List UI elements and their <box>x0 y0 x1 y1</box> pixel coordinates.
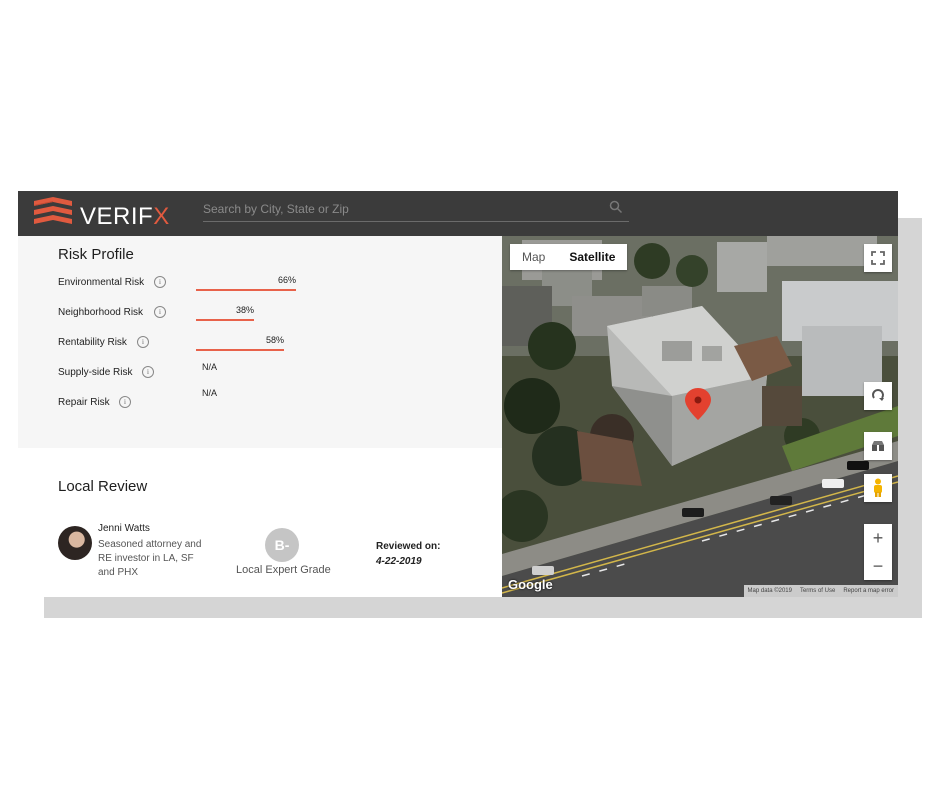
verifx-logo[interactable]: VERIFX <box>32 197 170 231</box>
zoom-out-button[interactable]: − <box>864 552 892 580</box>
top-bar: VERIFX <box>18 191 898 236</box>
risk-label: Supply-side Risk <box>58 367 133 378</box>
reviewer-name: Jenni Watts <box>98 523 150 534</box>
brand-name: VERIFX <box>80 203 170 231</box>
pegman-icon <box>874 478 882 497</box>
zoom-control: + − <box>864 524 892 580</box>
reviewed-on-date: 4-22-2019 <box>376 556 422 567</box>
risk-value: 66% <box>278 275 297 285</box>
risk-row-environmental: Environmental Risk i 66% <box>58 273 498 297</box>
search-input[interactable] <box>203 199 603 219</box>
risk-row-supply-side: Supply-side Risk i N/A <box>58 362 498 387</box>
avatar <box>58 526 92 560</box>
map-attribution: Map data ©2019 Terms of Use Report a map… <box>743 585 898 597</box>
fullscreen-icon <box>871 251 885 265</box>
risk-row-repair: Repair Risk i N/A <box>58 388 498 417</box>
brand-name-main: VERIF <box>80 203 154 230</box>
risk-label: Neighborhood Risk <box>58 307 144 318</box>
risk-bar-fill <box>196 319 254 321</box>
satellite-view-button[interactable]: Satellite <box>557 244 627 270</box>
risk-profile-section: Risk Profile Environmental Risk i 66% Ne… <box>18 236 502 448</box>
info-icon[interactable]: i <box>119 396 131 408</box>
risk-value: N/A <box>202 362 218 372</box>
zoom-in-button[interactable]: + <box>864 524 892 552</box>
brand-name-accent: X <box>153 203 170 230</box>
satellite-map[interactable]: Map Satellite + − Google Map data ©2019 … <box>502 236 898 597</box>
map-view-button[interactable]: Map <box>510 244 557 270</box>
details-panel: Risk Profile Environmental Risk i 66% Ne… <box>18 236 502 597</box>
risk-row-neighborhood: Neighborhood Risk i 38% <box>58 303 498 327</box>
risk-bar-fill <box>196 349 284 351</box>
tilt-button[interactable] <box>864 432 892 460</box>
info-icon[interactable]: i <box>142 366 154 378</box>
search-icon <box>609 200 623 214</box>
local-review-title: Local Review <box>58 478 148 495</box>
grade-label: Local Expert Grade <box>236 564 331 576</box>
app-window: VERIFX Risk Profile Environmental Risk i… <box>18 191 898 597</box>
reviewed-on-label: Reviewed on: <box>376 541 441 552</box>
street-view-button[interactable] <box>864 474 892 502</box>
search-button[interactable] <box>609 200 627 218</box>
fullscreen-button[interactable] <box>864 244 892 272</box>
chevrons-logo-icon <box>34 197 72 224</box>
info-icon[interactable]: i <box>154 306 166 318</box>
google-logo: Google <box>508 577 553 592</box>
grade-badge: B- <box>265 528 299 562</box>
risk-value: 38% <box>236 305 255 315</box>
risk-value: 58% <box>266 335 285 345</box>
search-bar <box>203 199 629 222</box>
reviewer-description: Seasoned attorney and RE investor in LA,… <box>98 539 202 578</box>
terms-of-use-link[interactable]: Terms of Use <box>796 585 839 597</box>
risk-bar: 66% <box>196 275 348 291</box>
satellite-imagery <box>502 236 898 597</box>
risk-value: N/A <box>202 388 218 398</box>
rotate-button[interactable] <box>864 382 892 410</box>
info-icon[interactable]: i <box>137 336 149 348</box>
risk-label: Environmental Risk <box>58 277 145 288</box>
risk-bar-fill <box>196 289 296 291</box>
map-data-credit: Map data ©2019 <box>747 588 792 594</box>
risk-label: Rentability Risk <box>58 337 127 348</box>
local-review-section: Local Review Jenni Watts Seasoned attorn… <box>18 448 502 597</box>
tilt-icon <box>872 441 884 451</box>
risk-label: Repair Risk <box>58 397 110 408</box>
zoom-out-icon: − <box>872 555 884 576</box>
zoom-in-icon: + <box>872 527 884 548</box>
report-map-error-link[interactable]: Report a map error <box>839 585 898 597</box>
rotate-icon <box>872 389 884 401</box>
risk-row-rentability: Rentability Risk i 58% <box>58 333 498 357</box>
risk-profile-title: Risk Profile <box>58 246 134 263</box>
risk-bar: 38% <box>196 305 348 321</box>
map-type-toggle: Map Satellite <box>510 244 628 270</box>
info-icon[interactable]: i <box>154 276 166 288</box>
risk-bar: 58% <box>196 335 348 351</box>
